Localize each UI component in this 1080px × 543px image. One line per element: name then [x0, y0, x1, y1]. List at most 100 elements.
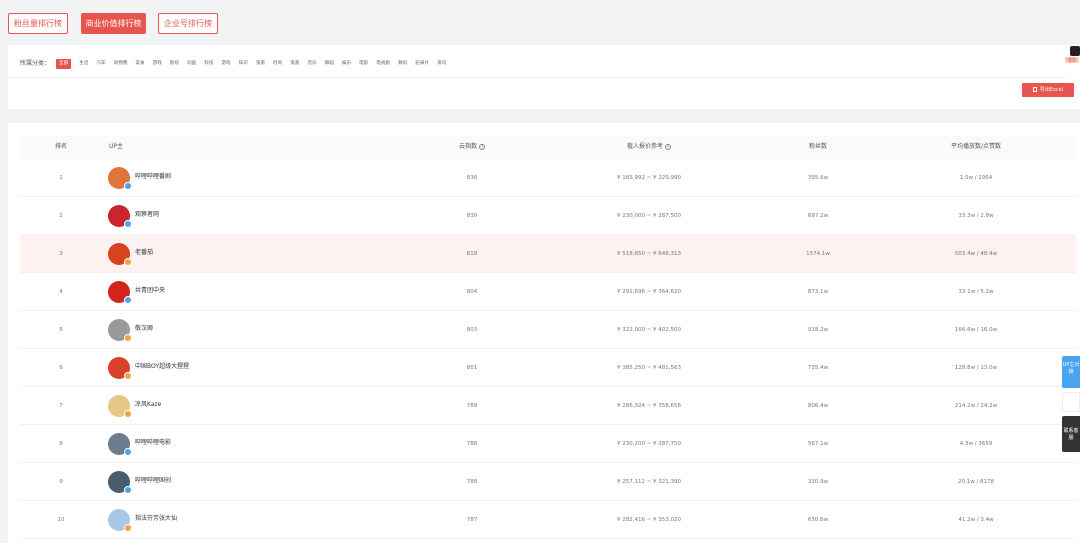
rank-cell: 9	[59, 479, 63, 485]
avg-cell: 1.5w / 1964	[959, 175, 993, 181]
avatar[interactable]	[108, 395, 132, 418]
verified-badge-icon	[124, 334, 132, 342]
cloud-index-cell: 830	[466, 213, 478, 219]
up-name[interactable]: 指法芬芳张大仙	[135, 501, 177, 537]
price-cell: ¥ 291,696 ~ ¥ 364,620	[616, 289, 682, 295]
price-cell: ¥ 286,924 ~ ¥ 358,656	[616, 403, 682, 409]
category-item[interactable]: 鬼畜	[290, 59, 299, 69]
fans-cell: 650.6w	[807, 517, 829, 523]
avatar[interactable]	[108, 433, 132, 456]
table-row[interactable]: 8 哔哩哔哩电影 788 ¥ 230,200 ~ ¥ 287,750 567.1w 4.3…	[20, 425, 1076, 463]
up-contact-float[interactable]: UP主对接	[1062, 356, 1080, 388]
table-row[interactable]: 6 中国BOY超级大猩猩 801 ¥ 385,250 ~ ¥ 481,563 735.4…	[20, 349, 1076, 387]
rank-cell: 1	[59, 175, 63, 181]
fans-cell: 1574.1w	[806, 251, 830, 257]
table-row[interactable]: 3 老番茄 818 ¥ 518,650 ~ ¥ 648,313 1574.1w 503.4…	[20, 235, 1076, 273]
cloud-index-cell: 789	[466, 403, 478, 409]
up-name[interactable]: 观察者网	[135, 197, 159, 233]
rank-cell: 7	[59, 403, 63, 409]
ranking-table: 排名 UP主 云指数? 植入报价参考? 粉丝数 平均播放数/点赞数 1 哔哩哔哩番…	[8, 123, 1080, 543]
tab-enterprise-ranking[interactable]: 企业号排行榜	[158, 13, 218, 34]
avatar[interactable]	[108, 167, 132, 190]
verified-badge-icon	[124, 296, 132, 304]
up-name[interactable]: 共青团中央	[135, 273, 165, 309]
up-name[interactable]: 凉风Kaze	[135, 387, 161, 423]
avatar[interactable]	[108, 205, 132, 228]
category-item[interactable]: 美食	[135, 59, 144, 69]
avatar[interactable]	[108, 319, 132, 342]
category-item[interactable]: 汽车	[96, 59, 105, 69]
feedback-icon[interactable]	[1062, 392, 1080, 412]
avatar[interactable]	[108, 243, 132, 266]
rank-cell: 8	[59, 441, 63, 447]
verified-badge-icon	[124, 182, 132, 190]
up-name[interactable]: 哔哩哔哩番剧	[135, 159, 171, 195]
up-name[interactable]: 老番茄	[135, 235, 153, 271]
category-item[interactable]: 动物圈	[114, 59, 128, 69]
table-row[interactable]: 10 指法芬芳张大仙 787 ¥ 282,416 ~ ¥ 353,020 650.6w 4…	[20, 501, 1076, 539]
category-item[interactable]: 鬼畜	[256, 59, 265, 69]
avg-cell: 20.1w / 8178	[957, 479, 995, 485]
avg-cell: 166.6w / 16.0w	[954, 327, 998, 333]
rank-cell: 4	[59, 289, 63, 295]
category-item[interactable]: 音乐	[307, 59, 316, 69]
category-item[interactable]: 舞蹈	[325, 59, 334, 69]
table-row[interactable]: 2 观察者网 830 ¥ 230,000 ~ ¥ 287,500 697.2w 33.3w…	[20, 197, 1076, 235]
category-item[interactable]: 资讯	[437, 59, 446, 69]
tab-fans-ranking[interactable]: 粉丝量排行榜	[8, 13, 68, 34]
category-label: 所属分类：	[20, 60, 51, 67]
price-cell: ¥ 385,250 ~ ¥ 481,563	[616, 365, 682, 371]
category-item[interactable]: 游戏	[153, 59, 162, 69]
category-item[interactable]: 全部	[56, 59, 72, 69]
verified-badge-icon	[124, 448, 132, 456]
up-name[interactable]: 中国BOY超级大猩猩	[135, 349, 189, 385]
category-item[interactable]: 时尚	[273, 59, 282, 69]
avatar[interactable]	[108, 471, 132, 494]
table-row[interactable]: 7 凉风Kaze 789 ¥ 286,924 ~ ¥ 358,656 806.4w 214…	[20, 387, 1076, 425]
category-item[interactable]: 科技	[204, 59, 213, 69]
vip-icon[interactable]	[1070, 46, 1080, 56]
category-item[interactable]: 动画	[187, 59, 196, 69]
avg-cell: 33.3w / 2.8w	[958, 213, 994, 219]
avatar[interactable]	[108, 509, 132, 532]
table-row[interactable]: 9 哔哩哔哩国创 788 ¥ 257,112 ~ ¥ 321,390 330.9w 20.…	[20, 463, 1076, 501]
category-item[interactable]: 影视	[170, 59, 179, 69]
verified-badge-icon	[124, 486, 132, 494]
customer-service-float[interactable]: 联系客服	[1062, 416, 1080, 452]
cloud-index-cell: 787	[466, 517, 478, 523]
avatar[interactable]	[108, 281, 132, 304]
category-item[interactable]: 电视剧	[376, 59, 390, 69]
category-item[interactable]: 电影	[359, 59, 368, 69]
category-item[interactable]: 游戏	[221, 59, 230, 69]
category-item[interactable]: 生活	[79, 59, 88, 69]
fans-cell: 567.1w	[807, 441, 829, 447]
tab-business-ranking[interactable]: 商业价值排行榜	[81, 13, 146, 34]
category-item[interactable]: 知识	[239, 59, 248, 69]
category-item[interactable]: 数码	[398, 59, 407, 69]
header-price: 植入报价参考?	[626, 143, 672, 150]
table-row[interactable]: 5 敬汉卿 803 ¥ 322,000 ~ ¥ 402,500 918.2w 166.6w…	[20, 311, 1076, 349]
category-item[interactable]: 纪录片	[415, 59, 429, 69]
price-cell: ¥ 230,200 ~ ¥ 287,750	[616, 441, 682, 447]
verified-badge-icon	[124, 524, 132, 532]
up-name[interactable]: 敬汉卿	[135, 311, 153, 347]
export-excel-button[interactable]: 导出Excel	[1022, 83, 1074, 97]
avg-cell: 214.2w / 24.2w	[954, 403, 998, 409]
filter-card: 所属分类： 全部 生活 汽车 动物圈 美食 游戏 影视 动画 科技 游戏 知识 鬼畜 时尚 鬼畜 音乐 舞蹈娱…	[8, 45, 1080, 109]
header-up: UP主	[109, 143, 124, 150]
table-row[interactable]: 4 共青团中央 804 ¥ 291,696 ~ ¥ 364,620 873.1w 33.1…	[20, 273, 1076, 311]
fans-cell: 395.6w	[807, 175, 829, 181]
up-name[interactable]: 哔哩哔哩国创	[135, 463, 171, 499]
rank-cell: 5	[59, 327, 63, 333]
price-cell: ¥ 518,650 ~ ¥ 648,313	[616, 251, 682, 257]
category-item[interactable]: 娱乐	[342, 59, 351, 69]
avg-cell: 41.2w / 3.4w	[958, 517, 994, 523]
table-row[interactable]: 1 哔哩哔哩番剧 836 ¥ 183,992 ~ ¥ 229,990 395.6w 1.5…	[20, 159, 1076, 197]
rank-cell: 6	[59, 365, 63, 371]
cloud-index-cell: 836	[466, 175, 478, 181]
up-name[interactable]: 哔哩哔哩电影	[135, 425, 171, 461]
help-icon[interactable]: ?	[665, 144, 672, 150]
help-icon[interactable]: ?	[479, 144, 486, 150]
avg-cell: 503.4w / 48.4w	[954, 251, 998, 257]
avatar[interactable]	[108, 357, 132, 380]
